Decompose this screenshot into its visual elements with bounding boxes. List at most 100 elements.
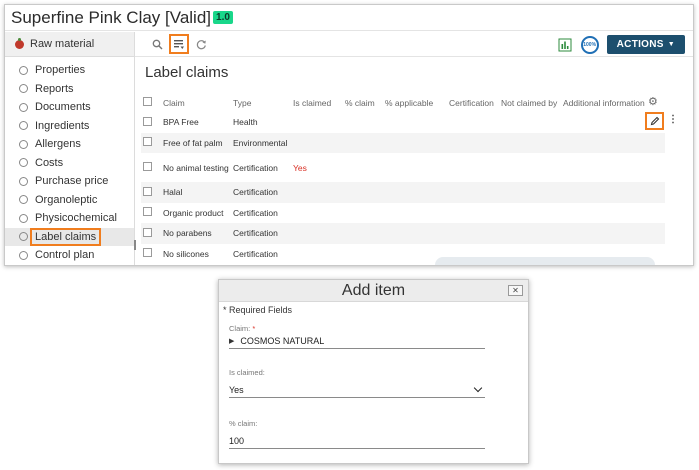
dialog-title: Add item	[341, 281, 406, 299]
table-row[interactable]: Free of fat palm Environmental	[141, 132, 665, 154]
claim-cell: BPA Free	[163, 117, 199, 128]
is-claimed-cell	[291, 133, 343, 154]
claim-field: Claim: * ▶ COSMOS NATURAL	[229, 324, 485, 349]
sidebar-list: Properties Reports Documents Ingredients…	[5, 57, 134, 265]
is-claimed-select[interactable]: Yes	[229, 382, 485, 398]
toolbar-right: 100% ACTIONS ▼	[558, 35, 685, 54]
sidebar-item-organoleptic[interactable]: Organoleptic	[5, 191, 134, 210]
sidebar-item-label: Organoleptic	[35, 193, 98, 206]
sidebar-item-label: Costs	[35, 156, 64, 169]
sidebar-item-properties[interactable]: Properties	[5, 61, 134, 80]
main-window: Superfine Pink Clay [Valid] 1.0 Raw mate…	[4, 4, 694, 266]
radio-icon	[19, 176, 28, 186]
table-row[interactable]: No animal testing Certification Yes	[141, 153, 665, 182]
column-header-percent-applicable[interactable]: % applicable	[383, 86, 447, 112]
column-header-is-claimed[interactable]: Is claimed	[291, 86, 343, 112]
sidebar-item-label-claims[interactable]: Label claims	[5, 227, 134, 246]
table-header-row: Claim Type Is claimed % claim % applicab…	[141, 86, 665, 112]
is-claimed-cell	[291, 203, 343, 224]
title-bar: Superfine Pink Clay [Valid] 1.0	[5, 5, 693, 31]
sidebar-item-label: Reports	[35, 82, 74, 95]
completion-score-icon: 100%	[580, 35, 599, 54]
is-claimed-cell	[291, 223, 343, 244]
percent-claim-label: % claim:	[229, 419, 258, 428]
sidebar-item-label: Physicochemical	[35, 212, 117, 225]
row-checkbox[interactable]	[143, 116, 152, 126]
type-cell: Certification	[233, 187, 278, 198]
type-cell: Certification	[233, 162, 278, 173]
row-checkbox[interactable]	[143, 248, 152, 258]
list-filter-icon[interactable]	[169, 34, 189, 54]
pencil-edit-icon[interactable]	[645, 112, 664, 130]
percent-claim-input[interactable]: 100	[229, 433, 485, 449]
claim-cell: No parabens	[163, 228, 212, 239]
claim-cell: Organic product	[163, 207, 224, 218]
raw-material-icon	[15, 37, 24, 49]
main-content: 100% ACTIONS ▼ Label claims Claim Type I…	[135, 32, 693, 265]
refresh-icon[interactable]	[193, 36, 209, 52]
sidebar-item-documents[interactable]: Documents	[5, 98, 134, 117]
type-cell: Certification	[233, 207, 278, 218]
gear-icon[interactable]: ⚙	[648, 95, 658, 108]
column-header-not-claimed-by[interactable]: Not claimed by	[499, 86, 561, 112]
sidebar-item-costs[interactable]: Costs	[5, 154, 134, 173]
radio-icon	[19, 232, 28, 242]
sidebar: Raw material Properties Reports Document…	[5, 32, 136, 265]
sidebar-item-label: Documents	[35, 101, 91, 114]
sidebar-item-label: Label claims	[29, 227, 102, 246]
is-claimed-cell: Yes	[293, 162, 307, 173]
radio-icon	[19, 65, 28, 75]
sidebar-header[interactable]: Raw material	[5, 32, 134, 57]
chevron-down-icon	[473, 383, 483, 393]
row-checkbox[interactable]	[143, 137, 152, 147]
required-fields-note: * Required Fields	[223, 305, 293, 315]
sidebar-item-allergens[interactable]: Allergens	[5, 135, 134, 154]
is-claimed-label: Is claimed:	[229, 368, 265, 377]
column-header-claim[interactable]: Claim	[161, 86, 231, 112]
column-header-certification[interactable]: Certification	[447, 86, 499, 112]
radio-icon	[19, 213, 28, 223]
row-checkbox[interactable]	[143, 227, 152, 237]
radio-icon	[19, 195, 28, 205]
page-title: Superfine Pink Clay [Valid]	[11, 7, 212, 27]
percent-claim-value: 100	[229, 435, 245, 446]
column-header-type[interactable]: Type	[231, 86, 291, 112]
claim-cell: Free of fat palm	[163, 137, 223, 148]
sidebar-item-ingredients[interactable]: Ingredients	[5, 117, 134, 136]
sidebar-item-label: Purchase price	[35, 175, 109, 188]
sidebar-item-label: Control plan	[35, 249, 95, 262]
sidebar-item-label: Allergens	[35, 138, 81, 151]
claim-select[interactable]: ▶ COSMOS NATURAL	[229, 333, 485, 349]
select-all-checkbox[interactable]	[143, 97, 152, 106]
search-icon[interactable]	[149, 36, 165, 52]
actions-button[interactable]: ACTIONS ▼	[606, 35, 685, 54]
sidebar-item-label: Ingredients	[35, 119, 90, 132]
actions-button-label: ACTIONS	[616, 39, 664, 50]
table-row[interactable]: Organic product Certification	[141, 203, 665, 224]
excel-export-icon[interactable]	[558, 38, 572, 52]
sidebar-item-purchase-price[interactable]: Purchase price	[5, 172, 134, 191]
label-claims-table: Claim Type Is claimed % claim % applicab…	[141, 86, 665, 264]
radio-icon	[19, 84, 28, 94]
type-cell: Certification	[233, 248, 278, 259]
is-claimed-value: Yes	[229, 384, 244, 395]
sidebar-item-physicochemical[interactable]: Physicochemical	[5, 209, 134, 228]
section-title: Label claims	[145, 64, 229, 81]
sidebar-item-control-plan[interactable]: Control plan	[5, 246, 134, 265]
more-vertical-icon[interactable]: ⋮	[668, 114, 678, 125]
row-checkbox[interactable]	[143, 162, 152, 171]
expand-triangle-icon[interactable]: ▶	[229, 337, 234, 345]
radio-icon	[19, 121, 28, 131]
table-row[interactable]: Halal Certification	[141, 182, 665, 203]
table-row[interactable]: No parabens Certification	[141, 223, 665, 244]
radio-icon	[19, 139, 28, 149]
radio-icon	[19, 102, 28, 112]
column-header-percent-claim[interactable]: % claim	[343, 86, 383, 112]
add-item-dialog: Add item ✕ * Required Fields Claim: * ▶ …	[218, 279, 529, 464]
row-checkbox[interactable]	[143, 186, 152, 196]
table-row[interactable]: BPA Free Health	[141, 112, 665, 133]
toolbar: 100% ACTIONS ▼	[135, 32, 693, 57]
row-checkbox[interactable]	[143, 207, 152, 217]
close-icon[interactable]: ✕	[508, 285, 523, 296]
sidebar-item-reports[interactable]: Reports	[5, 80, 134, 99]
